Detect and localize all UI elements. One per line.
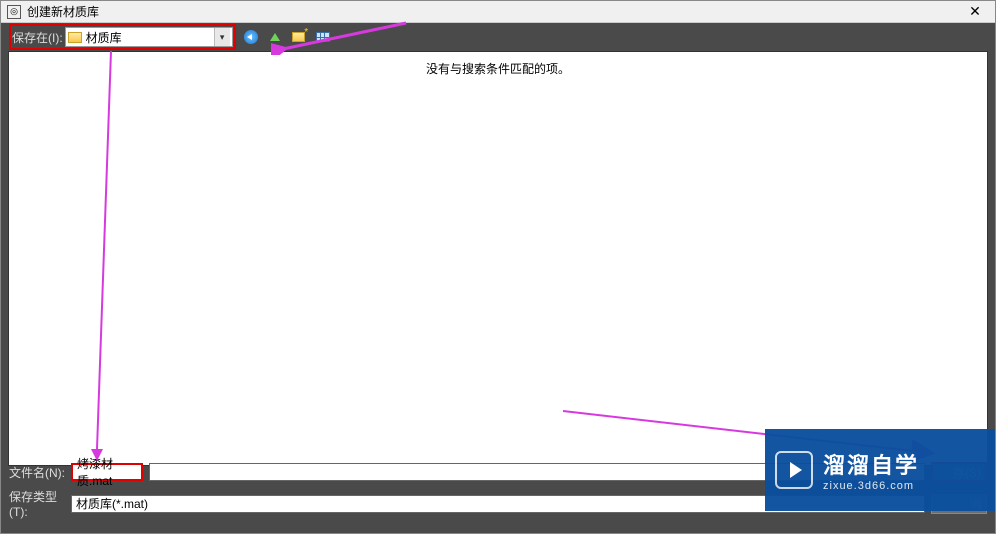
watermark-url: zixue.3d66.com (823, 480, 919, 492)
file-list-area[interactable]: 没有与搜索条件匹配的项。 (8, 51, 988, 466)
play-icon (775, 451, 813, 489)
up-arrow-icon (270, 33, 280, 41)
filename-input[interactable]: 烤漆材质.mat (71, 463, 143, 481)
empty-results-text: 没有与搜索条件匹配的项。 (9, 52, 987, 77)
save-in-label: 保存在(I): (12, 29, 63, 46)
save-in-dropdown[interactable]: 材质库 ▾ (65, 27, 233, 47)
titlebar: ◎ 创建新材质库 ✕ (1, 1, 995, 23)
dialog-title: 创建新材质库 (27, 3, 961, 20)
views-icon (316, 32, 330, 42)
annotation-box-location: 保存在(I): 材质库 ▾ (9, 24, 236, 50)
save-dialog: ◎ 创建新材质库 ✕ 保存在(I): 材质库 ▾ 没有与搜索条件匹配的项。 文件… (0, 0, 996, 534)
watermark-banner: 溜溜自学 zixue.3d66.com (765, 429, 995, 511)
folder-icon (68, 32, 82, 43)
back-icon (244, 30, 258, 44)
up-one-level-button[interactable] (266, 28, 284, 46)
back-button[interactable] (242, 28, 260, 46)
new-folder-icon (292, 32, 305, 42)
toolbar: 保存在(I): 材质库 ▾ (1, 23, 995, 51)
app-icon: ◎ (7, 5, 21, 19)
watermark-text: 溜溜自学 zixue.3d66.com (823, 448, 919, 492)
filetype-label: 保存类型(T): (9, 488, 65, 519)
filetype-value: 材质库(*.mat) (76, 495, 148, 512)
filename-label: 文件名(N): (9, 464, 65, 481)
chevron-down-icon[interactable]: ▾ (214, 28, 230, 46)
new-folder-button[interactable] (290, 28, 308, 46)
save-in-value: 材质库 (86, 29, 214, 46)
watermark-brand: 溜溜自学 (823, 448, 919, 480)
filename-value: 烤漆材质.mat (77, 455, 137, 489)
views-button[interactable] (314, 28, 332, 46)
close-button[interactable]: ✕ (961, 3, 989, 21)
